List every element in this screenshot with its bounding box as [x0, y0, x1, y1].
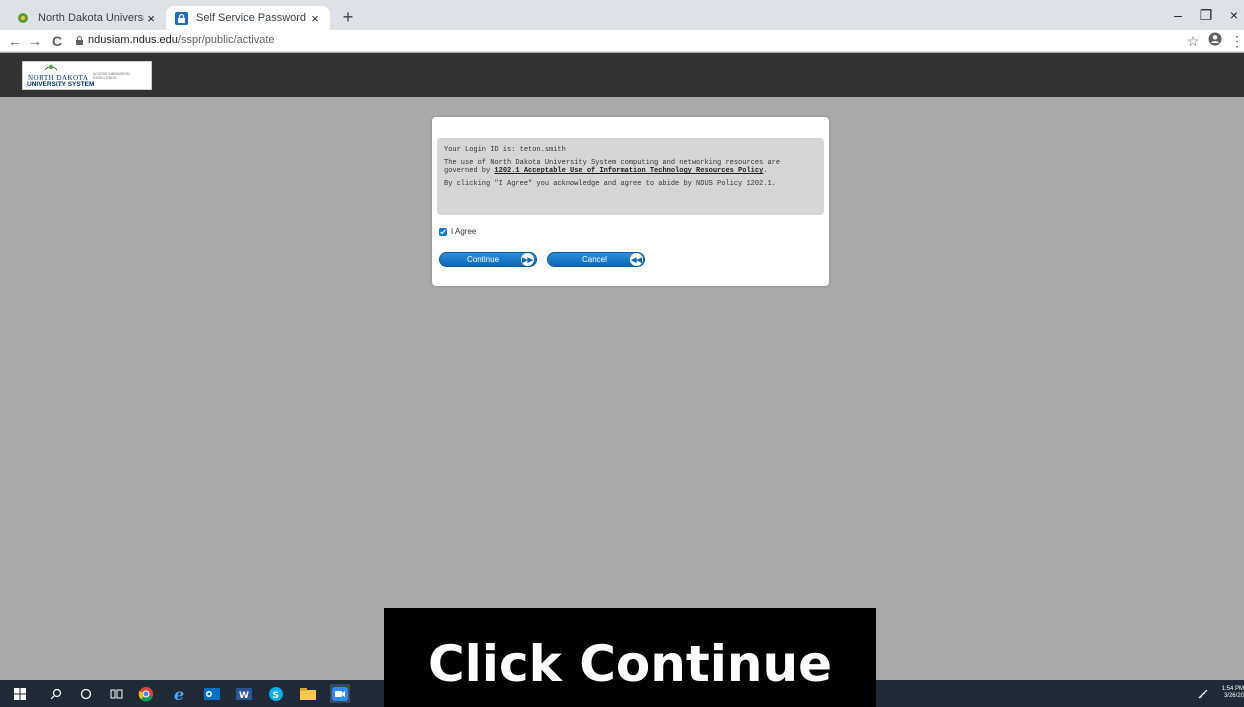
word-icon[interactable]: W	[234, 684, 254, 703]
policy-text: The use of North Dakota University Syste…	[444, 159, 817, 175]
policy-link[interactable]: 1202.1 Acceptable Use of Information Tec…	[494, 167, 763, 175]
tab-title: North Dakota University System	[38, 12, 144, 24]
i-agree-label: I Agree	[451, 227, 477, 236]
i-agree-checkbox[interactable]	[439, 227, 447, 236]
account-icon[interactable]	[1206, 32, 1224, 50]
internet-explorer-icon[interactable]: e	[170, 684, 190, 703]
tab-close-icon[interactable]: ×	[144, 11, 158, 26]
policy-suffix: .	[763, 167, 768, 175]
svg-text:S: S	[273, 691, 279, 701]
fast-forward-icon: ▶▶	[521, 253, 534, 266]
cancel-button[interactable]: Cancel ◀◀	[547, 252, 645, 267]
bookmark-star-icon[interactable]: ☆	[1184, 32, 1202, 50]
tab-close-icon[interactable]: ×	[308, 11, 322, 26]
restore-icon[interactable]: ❐	[1192, 5, 1220, 25]
clock-date: 3/26/20	[1223, 693, 1244, 699]
zoom-icon[interactable]	[330, 684, 350, 703]
agreement-dialog: Your Login ID is: teton.smith The use of…	[432, 117, 829, 286]
skype-icon[interactable]: S	[266, 684, 286, 703]
cortana-icon[interactable]	[76, 684, 96, 703]
browser-tab-strip: North Dakota University System × Self Se…	[0, 0, 1244, 30]
rewind-icon: ◀◀	[630, 253, 643, 266]
site-header: NORTH DAKOTA UNIVERSITY SYSTEM ACCESS IN…	[0, 53, 1244, 97]
agreement-text: By clicking "I Agree" you acknowledge an…	[444, 180, 776, 188]
i-agree-row[interactable]: I Agree	[439, 227, 476, 236]
minimize-icon[interactable]: –	[1164, 5, 1192, 25]
tab-self-service-password-reset[interactable]: Self Service Password Reset ×	[166, 6, 330, 30]
reload-icon[interactable]: C	[48, 32, 66, 50]
outlook-icon[interactable]	[202, 684, 222, 703]
cancel-label: Cancel	[582, 255, 607, 264]
logo-mark-icon	[45, 64, 57, 71]
new-tab-button[interactable]: +	[338, 7, 358, 27]
search-icon[interactable]	[46, 684, 66, 703]
sspr-favicon-icon	[174, 11, 188, 25]
taskbar-clock[interactable]: 1:54 PM 3/26/20	[1214, 686, 1244, 700]
url-host: ndusiam.ndus.edu	[88, 34, 178, 46]
chrome-icon[interactable]	[136, 684, 156, 703]
svg-text:W: W	[239, 691, 249, 701]
task-view-icon[interactable]	[106, 684, 126, 703]
tab-north-dakota-university-system[interactable]: North Dakota University System ×	[8, 6, 166, 30]
lock-icon	[76, 36, 83, 45]
network-icon[interactable]	[1198, 689, 1208, 702]
svg-text:e: e	[174, 686, 184, 702]
logo-tagline: ACCESS INNOVATION EXCELLENCE	[93, 72, 130, 80]
ndus-logo[interactable]: NORTH DAKOTA UNIVERSITY SYSTEM ACCESS IN…	[22, 61, 152, 90]
tutorial-caption: Click Continue	[384, 608, 876, 707]
ndus-favicon-icon	[16, 11, 30, 25]
close-window-icon[interactable]: ×	[1220, 5, 1244, 25]
tab-title: Self Service Password Reset	[196, 12, 308, 24]
browser-menu-icon[interactable]: ⋮	[1228, 32, 1244, 50]
clock-time: 1:54 PM	[1221, 686, 1244, 692]
login-id-text: Your Login ID is: teton.smith	[444, 146, 566, 154]
file-explorer-icon[interactable]	[298, 684, 318, 703]
browser-toolbar: ← → C ndusiam.ndus.edu/sspr/public/activ…	[0, 30, 1244, 52]
continue-button[interactable]: Continue ▶▶	[439, 252, 537, 267]
back-arrow-icon[interactable]: ←	[6, 32, 24, 50]
policy-message-box: Your Login ID is: teton.smith The use of…	[437, 138, 824, 215]
address-bar[interactable]: ndusiam.ndus.edu/sspr/public/activate	[88, 34, 275, 46]
logo-line-2: UNIVERSITY SYSTEM	[27, 81, 95, 88]
windows-start-icon[interactable]	[10, 684, 30, 703]
forward-arrow-icon[interactable]: →	[26, 32, 44, 50]
continue-label: Continue	[467, 255, 500, 264]
url-path: /sspr/public/activate	[177, 34, 275, 46]
